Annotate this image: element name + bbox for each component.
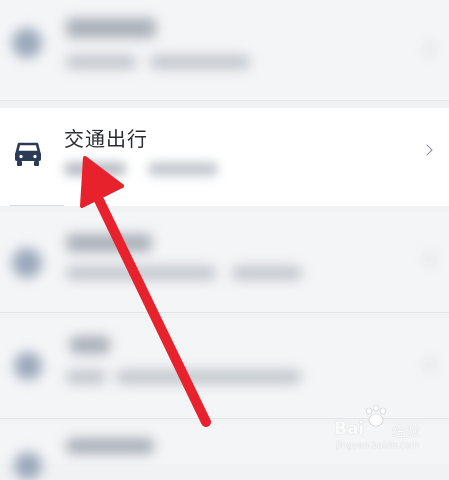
watermark-product: 经验 [392, 424, 420, 440]
watermark-url: jingyan.baidu.com [336, 441, 420, 451]
annotation-arrow [80, 156, 211, 427]
paw-logo-icon [365, 405, 387, 427]
watermark-brand: Bai [334, 419, 365, 439]
watermark: Bai 经验 jingyan.baidu.com [330, 405, 442, 455]
